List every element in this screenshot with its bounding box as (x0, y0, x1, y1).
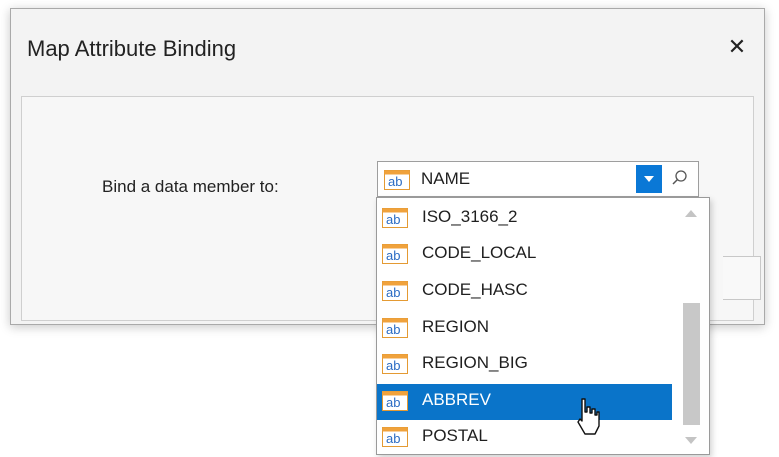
list-item[interactable]: ab CODE_LOCAL (377, 237, 672, 273)
list-item[interactable]: ab ISO_3166_2 (377, 201, 672, 237)
scroll-up-arrow-icon[interactable] (685, 210, 697, 217)
data-member-lookup-edit[interactable]: ab NAME (377, 161, 699, 197)
scroll-down-arrow-icon[interactable] (685, 437, 697, 444)
text-field-icon: ab (382, 391, 408, 416)
hidden-button-edge[interactable] (723, 256, 761, 300)
svg-text:ab: ab (386, 212, 400, 227)
list-item-label: REGION_BIG (422, 353, 528, 372)
list-item[interactable]: ab REGION (377, 311, 672, 347)
text-field-icon: ab (382, 244, 408, 269)
svg-text:ab: ab (386, 395, 400, 410)
dialog-titlebar: Map Attribute Binding ✕ (11, 9, 764, 87)
dialog-title: Map Attribute Binding (27, 36, 237, 61)
text-field-icon: ab (382, 281, 408, 306)
list-item-label: CODE_LOCAL (422, 243, 537, 262)
svg-text:ab: ab (386, 248, 400, 263)
close-button[interactable]: ✕ (724, 34, 750, 60)
list-item-label: CODE_HASC (422, 280, 528, 299)
svg-text:ab: ab (388, 174, 402, 189)
list-item-selected[interactable]: ab ABBREV (377, 384, 672, 420)
list-item-label: POSTAL (422, 426, 488, 445)
text-field-icon: ab (382, 318, 408, 343)
chevron-down-icon (644, 176, 654, 182)
dropdown-button[interactable] (636, 165, 662, 193)
bind-data-member-label: Bind a data member to: (102, 177, 279, 196)
close-icon: ✕ (727, 34, 747, 59)
svg-text:ab: ab (386, 285, 400, 300)
list-item[interactable]: ab POSTAL (377, 420, 672, 454)
mouse-pointer-icon (577, 398, 600, 435)
list-item-label: ISO_3166_2 (422, 207, 518, 226)
svg-text:ab: ab (386, 322, 400, 337)
text-field-icon: ab (382, 208, 408, 233)
list-item-label: REGION (422, 317, 490, 336)
list-item[interactable]: ab CODE_HASC (377, 274, 672, 310)
text-field-icon: ab (382, 427, 408, 452)
vertical-scrollbar[interactable] (675, 198, 709, 454)
text-field-icon: ab (384, 170, 410, 195)
lookup-selected-value: NAME (421, 169, 471, 188)
scroll-thumb[interactable] (683, 303, 700, 425)
search-button[interactable] (666, 165, 694, 193)
svg-text:ab: ab (386, 358, 400, 373)
search-icon (672, 170, 687, 185)
lookup-dropdown-list: ab ISO_3166_2 ab CODE_LOCAL ab CODE_HASC… (376, 197, 710, 455)
text-field-icon: ab (382, 354, 408, 379)
svg-text:ab: ab (386, 431, 400, 446)
list-item[interactable]: ab REGION_BIG (377, 347, 672, 383)
list-item-label: ABBREV (422, 390, 491, 409)
